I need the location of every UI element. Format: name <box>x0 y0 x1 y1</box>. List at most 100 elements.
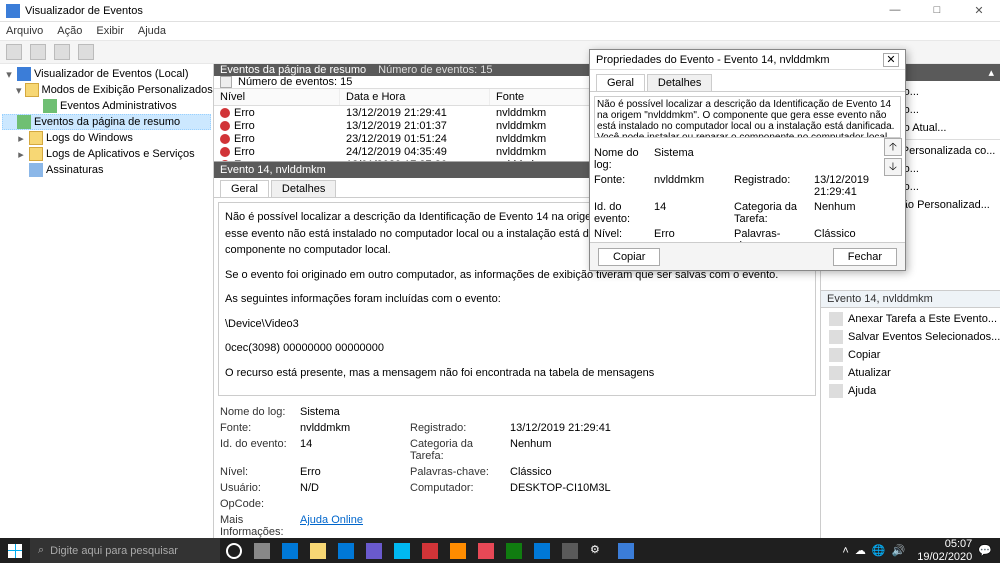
tab-general[interactable]: Geral <box>220 180 269 197</box>
val-level: Erro <box>300 466 400 478</box>
toolbar-icon-3[interactable] <box>54 44 70 60</box>
search-box[interactable]: ⌕ Digite aqui para pesquisar <box>30 538 220 563</box>
toolbar-back-icon[interactable] <box>6 44 22 60</box>
nav-tree[interactable]: ▾Visualizador de Eventos (Local) ▾Modos … <box>0 64 214 538</box>
detail-text6: O recurso está presente, mas a mensagem … <box>225 365 809 382</box>
folder-icon <box>29 147 43 161</box>
close-button[interactable]: ✕ <box>964 4 994 17</box>
col-level[interactable]: Nível <box>214 89 340 105</box>
action-item[interactable]: Salvar Eventos Selecionados... <box>821 328 1000 346</box>
val-keywords: Clássico <box>510 466 630 478</box>
filter-icon[interactable] <box>220 76 232 88</box>
tree-subs[interactable]: Assinaturas <box>46 164 103 176</box>
volume-icon[interactable]: 🔊 <box>892 544 906 557</box>
minimize-button[interactable]: — <box>880 4 910 17</box>
dialog-prev-button[interactable]: 🡡 <box>884 138 902 156</box>
error-icon <box>220 121 230 131</box>
taskview-icon[interactable] <box>248 538 276 563</box>
security-icon[interactable] <box>360 538 388 563</box>
lbl-computer: Computador: <box>410 482 500 494</box>
dialog-copy-button[interactable]: Copiar <box>598 248 660 266</box>
settings-icon[interactable]: ⚙ <box>584 538 612 563</box>
val-logname: Sistema <box>300 406 400 418</box>
tree-root[interactable]: Visualizador de Eventos (Local) <box>34 68 189 80</box>
app-icon-2[interactable] <box>444 538 472 563</box>
lbl-source: Fonte: <box>220 422 290 434</box>
action-item[interactable]: Copiar <box>821 346 1000 364</box>
app-icon-5[interactable] <box>528 538 556 563</box>
tree-app-logs[interactable]: Logs de Aplicativos e Serviços <box>46 148 195 160</box>
app-icon-3[interactable] <box>472 538 500 563</box>
action-icon <box>829 366 843 380</box>
val-computer: DESKTOP-CI10M3L <box>510 482 630 494</box>
col-source[interactable]: Fonte <box>490 89 590 105</box>
network-icon[interactable]: 🌐 <box>872 544 886 557</box>
val-source: nvlddmkm <box>300 422 400 434</box>
lbl-more: Mais Informações: <box>220 514 290 538</box>
collapse-icon[interactable]: ▴ <box>988 66 994 79</box>
log-icon <box>29 163 43 177</box>
app-icon <box>6 4 20 18</box>
app-icon <box>17 67 31 81</box>
notifications-icon[interactable]: 💬 <box>978 544 992 557</box>
action-item[interactable]: Ajuda <box>821 382 1000 400</box>
lbl-task: Categoria da Tarefa: <box>410 438 500 462</box>
detail-text5: 0cec(3098) 00000000 00000000 <box>225 340 809 357</box>
error-icon <box>220 147 230 157</box>
tree-summary-events[interactable]: Eventos da página de resumo <box>34 116 180 128</box>
app-icon-1[interactable] <box>416 538 444 563</box>
eventviewer-taskbar-icon[interactable] <box>612 538 640 563</box>
detail-text4: \Device\Video3 <box>225 316 809 333</box>
menu-acao[interactable]: Ação <box>57 25 82 37</box>
dialog-description[interactable] <box>594 96 901 138</box>
edge-icon[interactable] <box>276 538 304 563</box>
logitech-icon[interactable] <box>388 538 416 563</box>
error-icon <box>220 108 230 118</box>
view-icon <box>17 115 31 129</box>
start-button[interactable] <box>0 538 30 563</box>
search-icon: ⌕ <box>38 544 44 557</box>
menu-ajuda[interactable]: Ajuda <box>138 25 166 37</box>
tree-admin-events[interactable]: Eventos Administrativos <box>60 100 177 112</box>
dialog-tab-general[interactable]: Geral <box>596 74 645 91</box>
onedrive-icon[interactable]: ☁ <box>855 544 866 557</box>
system-tray[interactable]: ˄ ☁ 🌐 🔊 05:07 19/02/2020 💬 <box>842 538 1000 562</box>
view-icon <box>43 99 57 113</box>
col-datetime[interactable]: Data e Hora <box>340 89 490 105</box>
app-icon-4[interactable] <box>500 538 528 563</box>
val-logged: 13/12/2019 21:29:41 <box>510 422 630 434</box>
app-icon-6[interactable] <box>556 538 584 563</box>
menu-arquivo[interactable]: Arquivo <box>6 25 43 37</box>
lbl-logged: Registrado: <box>410 422 500 434</box>
val-eventid: 14 <box>300 438 400 462</box>
link-more-info[interactable]: Ajuda Online <box>300 514 400 538</box>
cortana-icon[interactable] <box>220 538 248 563</box>
action-item[interactable]: Anexar Tarefa a Este Evento... <box>821 310 1000 328</box>
dialog-next-button[interactable]: 🡣 <box>884 158 902 176</box>
tree-custom-views[interactable]: Modos de Exibição Personalizados <box>42 84 213 96</box>
toolbar-forward-icon[interactable] <box>30 44 46 60</box>
window-title: Visualizador de Eventos <box>25 5 143 17</box>
store-icon[interactable] <box>332 538 360 563</box>
toolbar-icon-4[interactable] <box>78 44 94 60</box>
dialog-close-button[interactable]: Fechar <box>833 248 897 266</box>
clock[interactable]: 05:07 19/02/2020 <box>917 538 972 562</box>
action-icon <box>829 348 843 362</box>
explorer-icon[interactable] <box>304 538 332 563</box>
dialog-titlebar[interactable]: Propriedades do Evento - Evento 14, nvld… <box>590 50 905 70</box>
event-properties-dialog: Propriedades do Evento - Evento 14, nvld… <box>589 49 906 271</box>
tree-win-logs[interactable]: Logs do Windows <box>46 132 133 144</box>
action-item[interactable]: Atualizar <box>821 364 1000 382</box>
tab-details[interactable]: Detalhes <box>271 180 336 197</box>
tray-expand-icon[interactable]: ˄ <box>842 545 848 557</box>
menu-exibir[interactable]: Exibir <box>96 25 124 37</box>
taskbar[interactable]: ⌕ Digite aqui para pesquisar ⚙ ˄ ☁ 🌐 🔊 0… <box>0 538 1000 563</box>
filter-label: Número de eventos: 15 <box>238 76 352 88</box>
maximize-button[interactable]: □ <box>922 4 952 17</box>
lbl-keywords: Palavras-chave: <box>410 466 500 478</box>
error-icon <box>220 134 230 144</box>
action-icon <box>829 384 843 398</box>
dialog-tab-details[interactable]: Detalhes <box>647 74 712 91</box>
dialog-close-icon[interactable]: ✕ <box>883 53 899 67</box>
dialog-title: Propriedades do Evento - Evento 14, nvld… <box>596 54 830 66</box>
